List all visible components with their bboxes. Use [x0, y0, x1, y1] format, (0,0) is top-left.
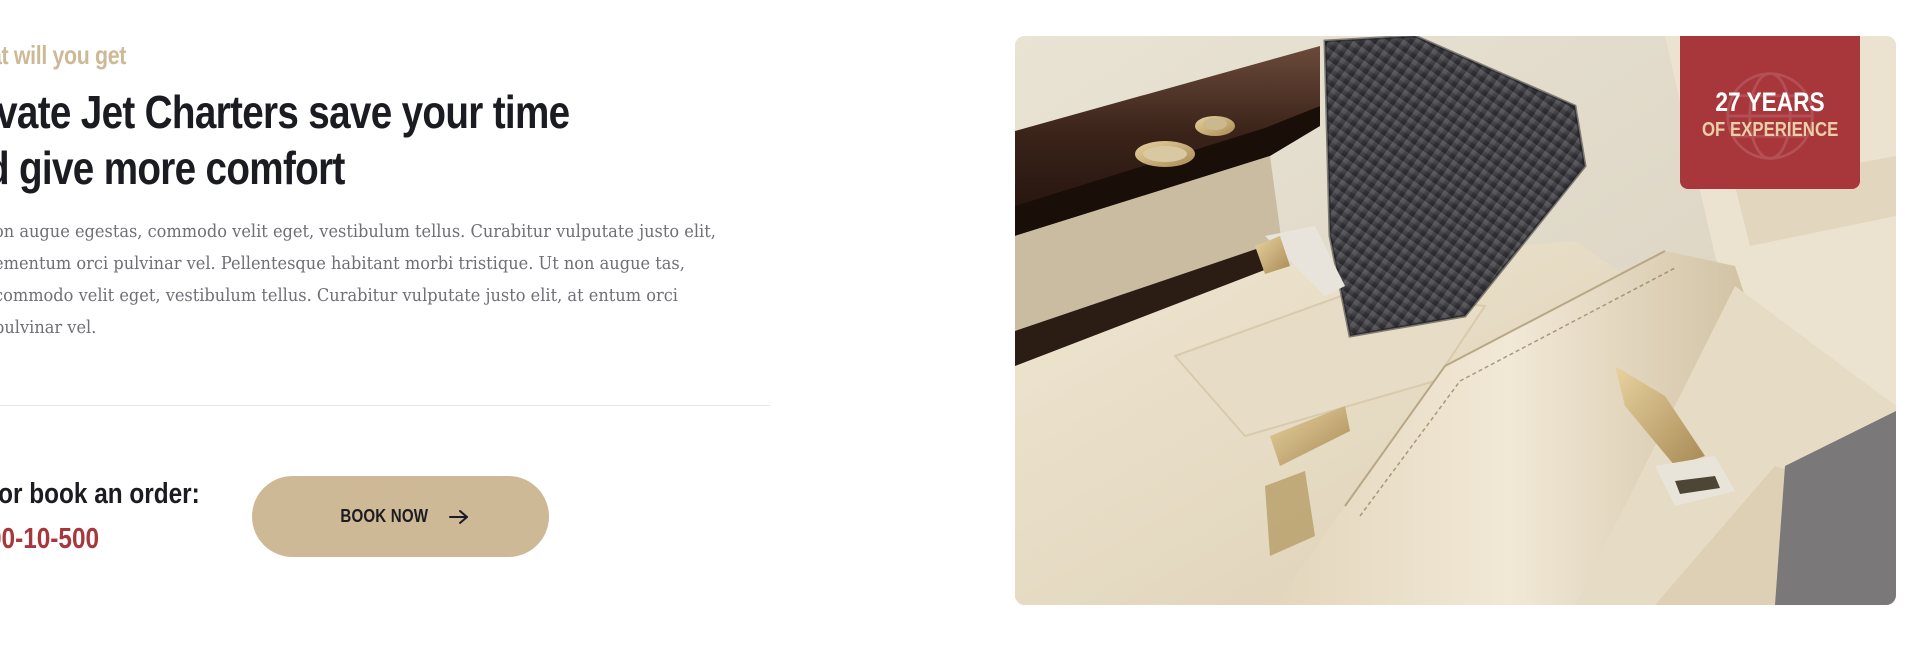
divider: [0, 405, 770, 406]
experience-badge: 27 YEARS OF EXPERIENCE: [1680, 36, 1860, 189]
call-to-book-label: for book an order:: [0, 478, 200, 510]
headline-line-2: d give more comfort: [0, 142, 345, 194]
book-now-label: BOOK NOW: [340, 506, 429, 526]
section-description: on augue egestas, commodo velit eget, ve…: [0, 221, 716, 338]
phone-number-link[interactable]: 00-10-500: [0, 523, 99, 556]
headline-line-1: ivate Jet Charters save your time: [0, 86, 570, 138]
experience-label: OF EXPERIENCE: [1701, 118, 1839, 141]
section-eyebrow: at will you get: [0, 40, 127, 70]
book-now-button[interactable]: BOOK NOW: [252, 476, 549, 557]
arrow-right-icon: [448, 509, 468, 524]
jet-cabin-photo: 27 YEARS OF EXPERIENCE: [1015, 36, 1896, 605]
experience-years: 27 YEARS: [1715, 86, 1825, 117]
section-headline: ivate Jet Charters save your time d give…: [0, 84, 570, 196]
